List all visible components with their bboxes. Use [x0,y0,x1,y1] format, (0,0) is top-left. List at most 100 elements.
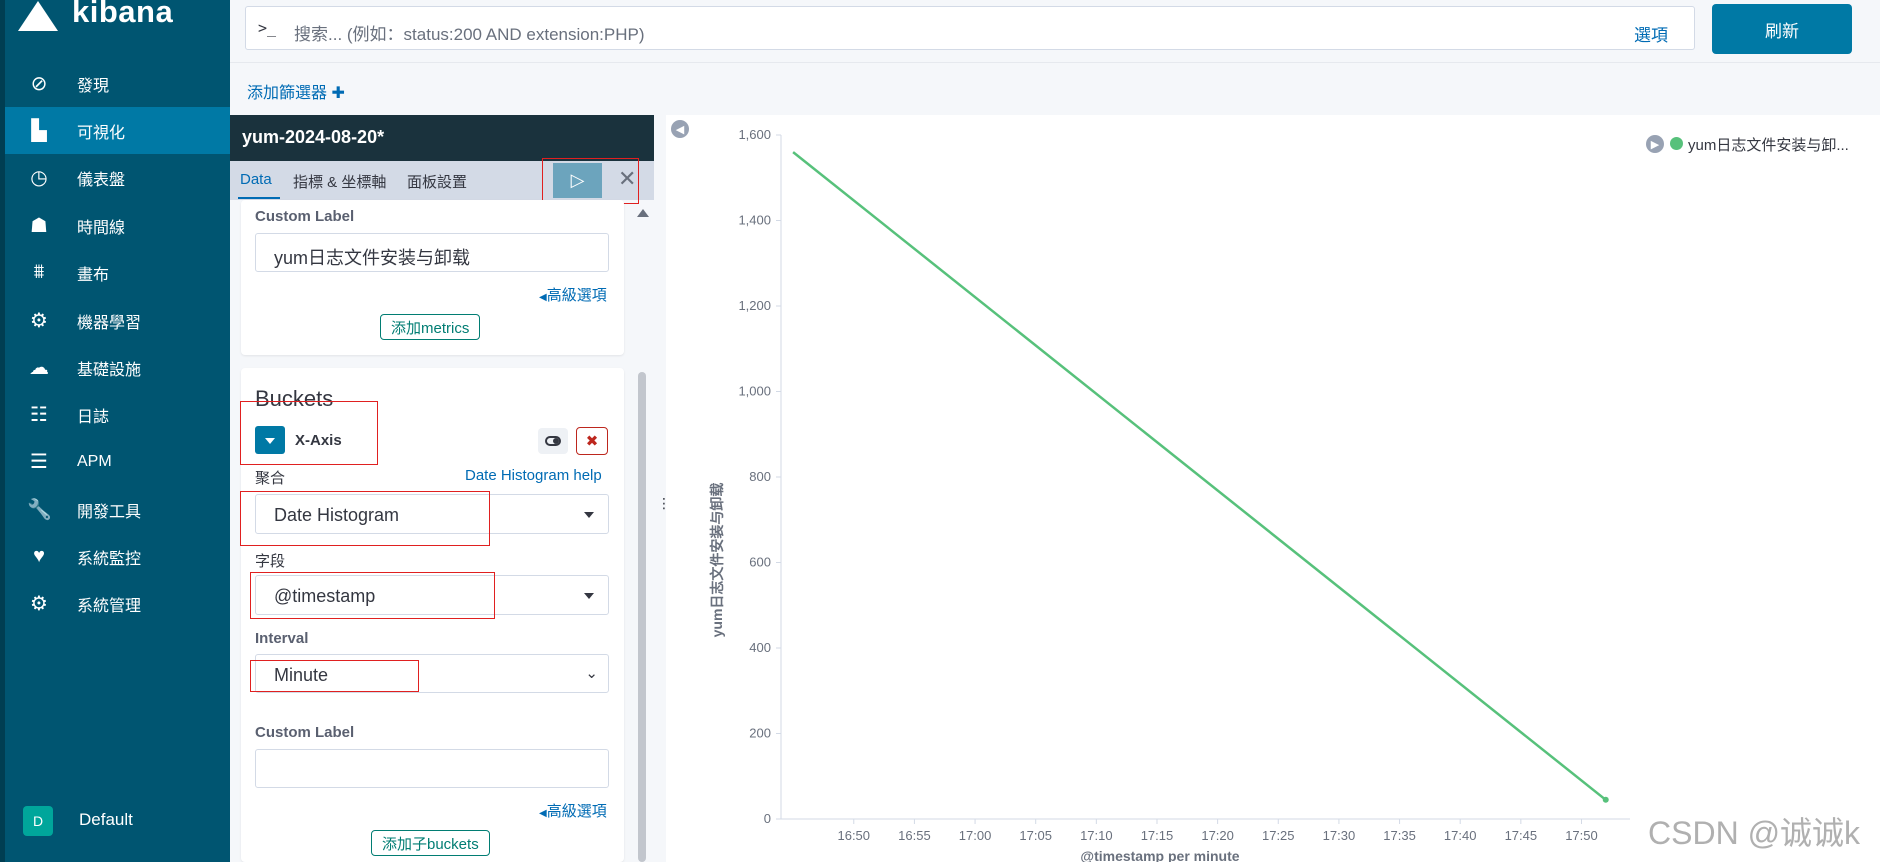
x-tick-label: 17:25 [1262,828,1295,843]
sidebar-item-label: 日誌 [77,408,110,426]
y-tick-label: 800 [749,469,771,484]
wrench-icon: 🔧 [27,499,52,521]
logo-text: kibana [72,0,174,29]
sidebar-item-3[interactable]: ☗ 時間線 [5,202,230,249]
tab-panel-settings[interactable]: 面板設置 [407,171,467,192]
compass-icon: ⊘ [30,73,48,95]
tab-metrics-axes[interactable]: 指標 & 坐標軸 [293,171,386,192]
canvas-icon: ⩩ [33,261,45,283]
sidebar-item-label: 系統管理 [77,597,142,615]
x-tick-label: 17:15 [1141,828,1174,843]
sidebar-item-label: 系統監控 [77,550,142,568]
highlight-apply [542,158,639,204]
sidebar-item-8[interactable]: ☰ APM [5,438,230,485]
remove-bucket-icon[interactable]: ✖ [576,427,608,455]
bucket-custom-label-input[interactable] [255,749,609,788]
filter-bar [230,62,1880,116]
interval-label: Interval [255,630,309,647]
sidebar-item-label: 時間線 [77,219,126,237]
query-language-icon[interactable]: >_ [258,19,276,37]
search-input[interactable]: >_ 搜索... (例如：status:200 AND extension:PH… [245,6,1695,50]
caret-left-icon: ◀ [539,292,547,303]
x-tick-label: 17:00 [959,828,992,843]
line-chart: 0 200 400 600 800 1,000 1,200 1,400 1,600 16:50 1… [709,127,1630,862]
gauge-icon: ◷ [30,167,48,189]
sidebar-item-4[interactable]: ⩩ 畫布 [5,249,230,296]
bucket-advanced-label: 高級選項 [546,803,607,820]
index-pattern-name: yum-2024-08-20* [242,127,385,147]
apm-icon: ☰ [30,451,48,473]
sidebar-item-label: 發現 [77,77,110,95]
x-axis-label: @timestamp per minute [1080,848,1239,862]
metric-custom-label-value: yum日志文件安装与卸载 [274,248,471,268]
sidebar-item-5[interactable]: ⚙ 機器學習 [5,297,230,344]
chevron-down-icon: ⌄ [585,665,598,682]
x-tick-label: 17:05 [1019,828,1052,843]
data-point[interactable] [1602,796,1609,803]
sidebar-item-0[interactable]: ⊘ 發現 [5,60,230,107]
search-placeholder: 搜索... (例如：status:200 AND extension:PHP) [294,25,645,44]
field-label: 字段 [255,553,286,570]
caret-down-icon [584,512,594,518]
tab-data[interactable]: Data [240,171,272,188]
x-tick-label: 16:55 [898,828,931,843]
bar-chart-icon: ▙ [31,120,47,142]
toggle-bucket-button[interactable] [538,428,568,454]
active-tab-indicator [238,197,280,199]
highlight-xaxis [240,401,378,465]
y-tick-label: 200 [749,726,771,741]
x-tick-label: 17:45 [1505,828,1538,843]
timeline-mask-icon: ☗ [30,215,48,237]
highlight-field [250,572,495,619]
y-axis-label: yum日志文件安装与卸载 [709,483,725,638]
x-tick-label: 17:20 [1201,828,1234,843]
sidebar-item-10[interactable]: ♥ 系統監控 [5,533,230,580]
options-link[interactable]: 選項 [1634,21,1668,46]
metric-custom-label-title: Custom Label [255,208,355,225]
y-tick-label: 600 [749,555,771,570]
index-pattern-title: yum-2024-08-20* [230,115,654,161]
sidebar-item-7[interactable]: ☷ 日誌 [5,391,230,438]
aggregation-label: 聚合 [255,470,286,487]
date-histogram-help-link[interactable]: Date Histogram help [465,467,602,484]
sidebar-item-11[interactable]: ⚙ 系統管理 [5,580,230,627]
space-avatar[interactable]: D [23,806,53,836]
y-tick-label: 1,200 [738,298,771,313]
toggle-icon [545,436,561,446]
machine-learning-icon: ⚙ [30,310,48,332]
sidebar-item-6[interactable]: ☁ 基礎設施 [5,344,230,391]
kibana-logo[interactable]: kibana [18,0,173,36]
sidebar-nav: kibana ⊘ 發現 ▙ 可視化 ◷ 儀表盤 ☗ 時間線 ⩩ 畫布 ⚙ 機器學習 ☁ 基礎設施 ☷ 日誌 ☰ A… [0,0,230,862]
scroll-up-icon[interactable] [637,209,649,217]
resize-divider[interactable]: ⋮ [654,115,671,862]
x-tick-label: 16:50 [837,828,870,843]
y-tick-label: 1,600 [738,127,771,142]
bucket-custom-label-title: Custom Label [255,724,355,741]
metric-advanced-toggle[interactable]: ◀高級選項 [539,284,607,305]
sidebar-item-1[interactable]: ▙ 可視化 [5,107,230,154]
metric-custom-label-input[interactable]: yum日志文件安装与卸载 [255,233,609,272]
add-filter-label: 添加篩選器 [247,85,328,102]
sidebar-item-label: 基礎設施 [77,361,142,379]
x-tick-label: 17:30 [1323,828,1356,843]
gear-icon: ⚙ [30,593,48,615]
add-filter-link[interactable]: 添加篩選器 ✚ [247,79,345,103]
highlight-interval [250,660,419,692]
add-metrics-button[interactable]: 添加metrics [380,314,481,340]
editor-scrollbar[interactable] [638,372,646,862]
highlight-aggregation [240,491,490,546]
space-label[interactable]: Default [79,810,133,830]
bucket-advanced-toggle[interactable]: ◀高級選項 [539,800,607,821]
refresh-button[interactable]: 刷新 [1712,4,1852,54]
x-tick-label: 17:10 [1080,828,1113,843]
caret-left-icon: ◀ [539,808,547,819]
add-sub-buckets-button[interactable]: 添加子buckets [371,830,490,856]
y-tick-label: 0 [764,811,771,826]
plus-icon: ✚ [331,85,345,102]
metric-advanced-label: 高級選項 [546,287,607,304]
x-tick-label: 17:50 [1565,828,1598,843]
sidebar-item-9[interactable]: 🔧 開發工具 [5,486,230,533]
y-tick-label: 1,000 [738,384,771,399]
sidebar-item-2[interactable]: ◷ 儀表盤 [5,154,230,201]
kibana-logo-icon [18,1,58,31]
